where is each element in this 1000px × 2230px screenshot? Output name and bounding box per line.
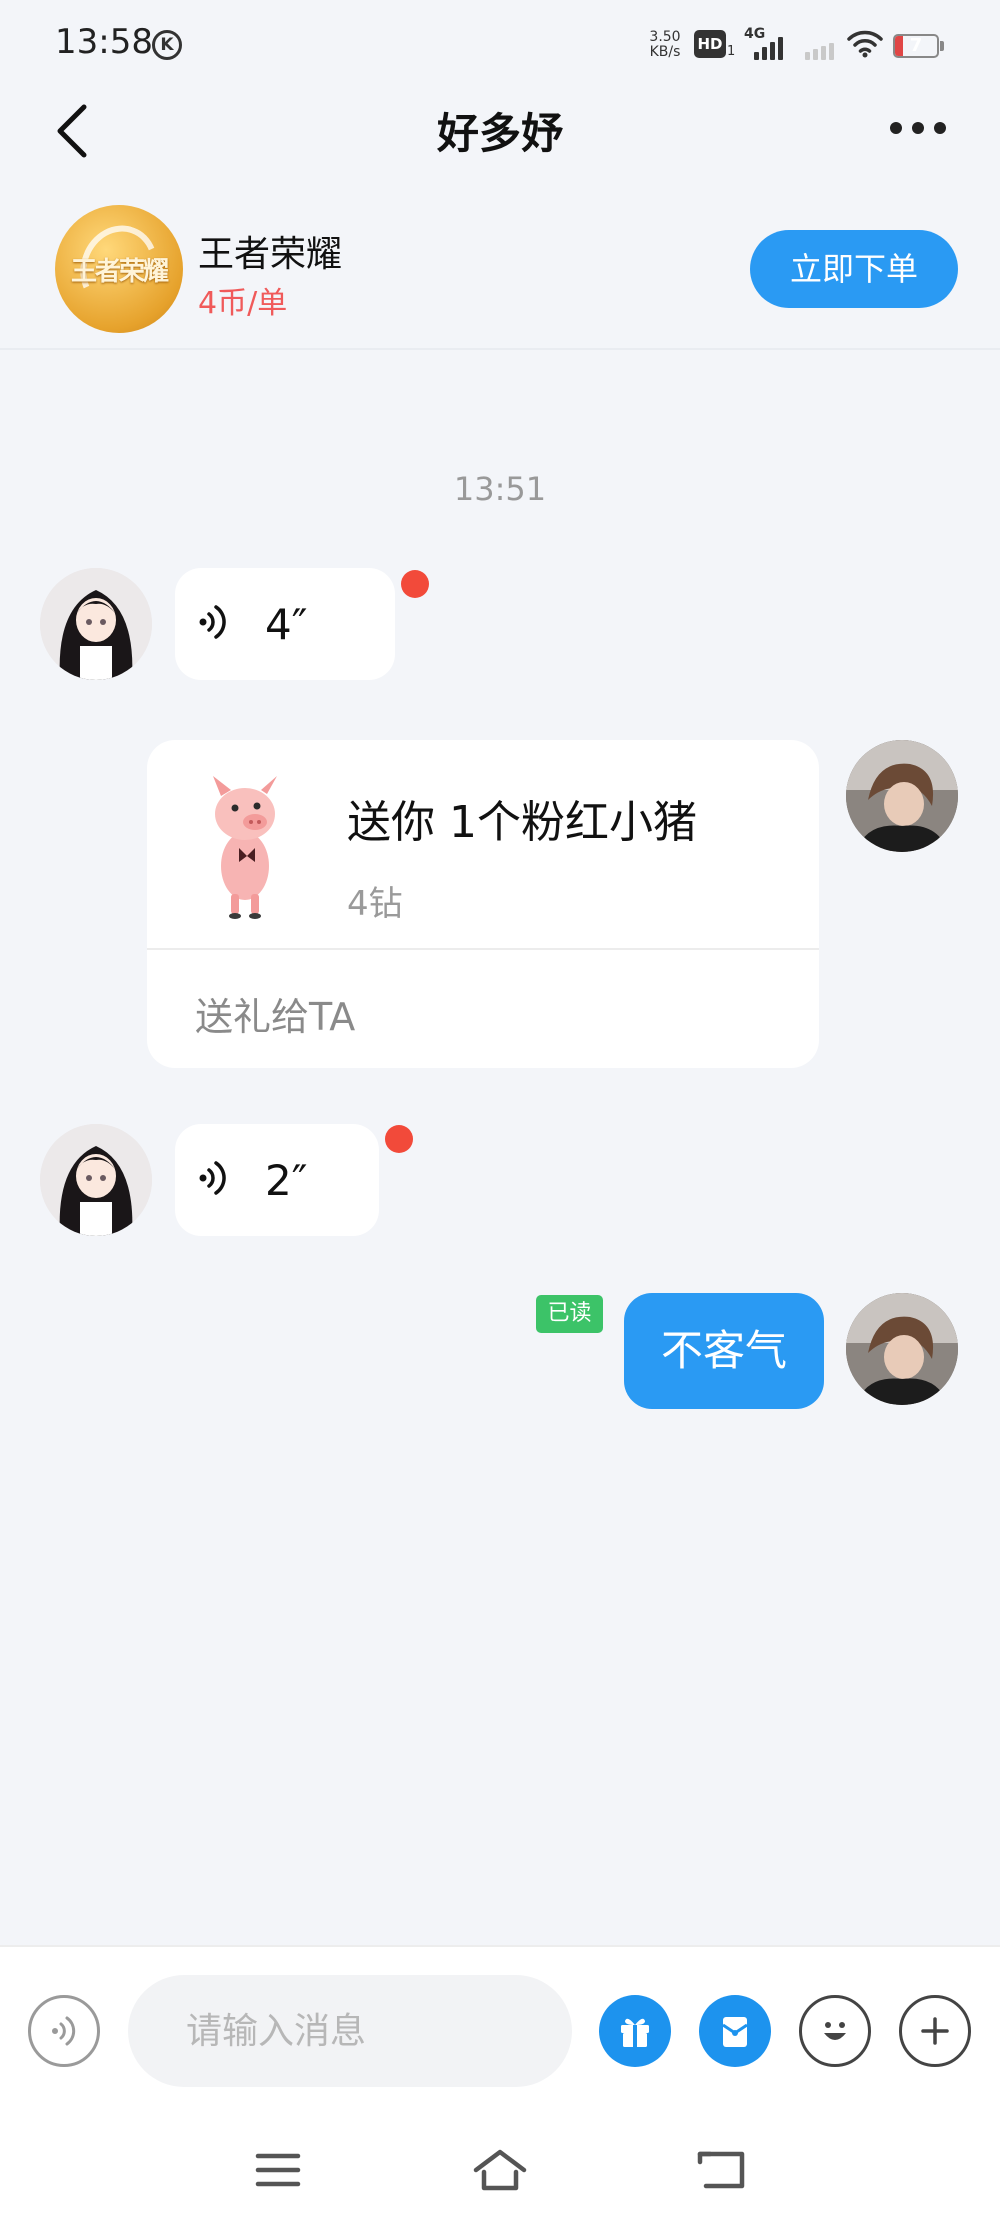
status-time: 13:58 — [55, 22, 153, 62]
voice-duration: 4″ — [265, 599, 308, 649]
read-status-badge: 已读 — [536, 1295, 603, 1333]
avatar-me[interactable] — [846, 1293, 958, 1405]
game-logo[interactable]: 王者荣耀 — [55, 205, 183, 333]
voice-message[interactable]: 4″ — [175, 568, 395, 680]
k-app-icon: K — [152, 30, 182, 60]
home-icon[interactable] — [472, 2146, 528, 2194]
more-dots-icon[interactable] — [890, 110, 960, 146]
red-packet-icon[interactable] — [699, 1995, 771, 2067]
unread-dot — [401, 570, 429, 598]
emoji-icon[interactable] — [799, 1995, 871, 2067]
menu-icon[interactable] — [255, 2150, 301, 2190]
back-nav-icon[interactable] — [696, 2146, 748, 2194]
network-speed-value: 3.50 — [649, 29, 681, 45]
gift-title: 送你 1个粉红小猪 — [347, 797, 697, 848]
hd-label: HD — [697, 35, 723, 53]
voice-icon — [197, 1158, 229, 1202]
battery-level: 7 — [909, 35, 923, 56]
my-text-message[interactable]: 不客气 — [624, 1293, 824, 1409]
signal-icon — [754, 34, 783, 60]
gift-divider — [147, 948, 819, 950]
game-name: 王者荣耀 — [198, 234, 343, 275]
battery-tip — [940, 41, 944, 51]
chat-timestamp: 13:51 — [453, 470, 547, 508]
gift-card[interactable]: 送你 1个粉红小猪 4钻 送礼给TA — [147, 740, 819, 1068]
order-now-button[interactable]: 立即下单 — [750, 230, 958, 308]
voice-duration: 2″ — [265, 1155, 308, 1205]
signal-2-icon — [805, 34, 834, 60]
hd-sub-label: 1 — [727, 44, 736, 59]
hd-icon: HD — [694, 30, 726, 58]
network-speed: 3.50 KB/s — [645, 30, 685, 60]
voice-icon — [197, 602, 229, 646]
avatar-me[interactable] — [846, 740, 958, 852]
network-speed-unit: KB/s — [649, 44, 681, 60]
voice-message[interactable]: 2″ — [175, 1124, 379, 1236]
chevron-left-icon[interactable] — [50, 95, 110, 165]
avatar-other[interactable] — [40, 568, 152, 680]
voice-input-icon[interactable] — [28, 1995, 100, 2067]
chat-title: 好多妤 — [436, 109, 563, 158]
game-logo-text: 王者荣耀 — [70, 257, 169, 287]
game-price: 4币/单 — [198, 286, 288, 321]
send-gift-link[interactable]: 送礼给TA — [195, 986, 355, 1041]
unread-dot — [385, 1125, 413, 1153]
gift-icon[interactable] — [599, 1995, 671, 2067]
plus-icon[interactable] — [899, 1995, 971, 2067]
wifi-icon — [846, 28, 884, 62]
message-input[interactable] — [128, 1975, 572, 2087]
avatar-other[interactable] — [40, 1124, 152, 1236]
gift-price: 4钻 — [347, 884, 403, 924]
pig-gift-icon — [199, 770, 295, 920]
battery-icon: 7 — [893, 34, 939, 58]
